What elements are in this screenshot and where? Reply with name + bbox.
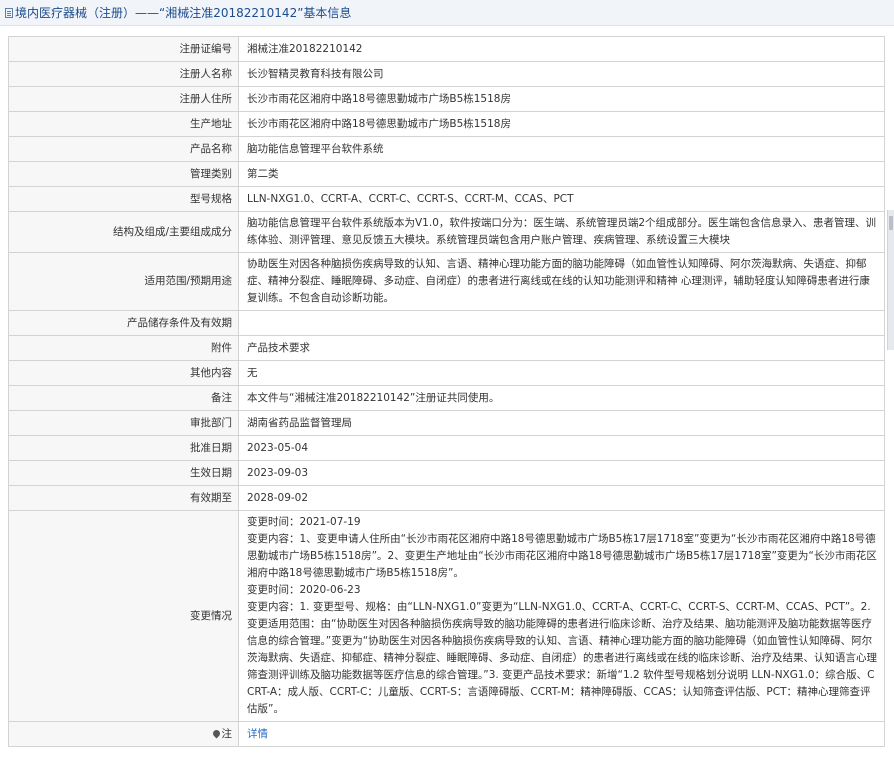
table-row: 结构及组成/主要组成成分 脑功能信息管理平台软件系统版本为V1.0，软件按端口分… <box>8 211 885 253</box>
row-label: 产品储存条件及有效期 <box>8 310 239 336</box>
row-label: 生效日期 <box>8 460 239 486</box>
row-label: 结构及组成/主要组成成分 <box>8 211 239 253</box>
row-value: 脑功能信息管理平台软件系统 <box>238 136 885 162</box>
table-row: 备注 本文件与“湘械注准20182210142”注册证共同使用。 <box>8 385 885 411</box>
row-value: 协助医生对因各种脑损伤疾病导致的认知、言语、精神心理功能方面的脑功能障碍（如血管… <box>238 252 885 311</box>
row-label: 适用范围/预期用途 <box>8 252 239 311</box>
row-value: 长沙智精灵教育科技有限公司 <box>238 61 885 87</box>
row-value: 长沙市雨花区湘府中路18号德思勤城市广场B5栋1518房 <box>238 111 885 137</box>
change-time: 变更时间：2021-07-19 <box>247 516 361 528</box>
table-row: 产品名称 脑功能信息管理平台软件系统 <box>8 136 885 162</box>
pin-icon <box>211 728 221 738</box>
row-value: 湖南省药品监督管理局 <box>238 410 885 436</box>
info-table: 注册证编号 湘械注准20182210142 注册人名称 长沙智精灵教育科技有限公… <box>8 36 885 747</box>
note-label: 注 <box>221 727 233 740</box>
table-row: 注册人住所 长沙市雨花区湘府中路18号德思勤城市广场B5栋1518房 <box>8 86 885 112</box>
row-label: 批准日期 <box>8 435 239 461</box>
table-row: 注册证编号 湘械注准20182210142 <box>8 36 885 62</box>
table-row: 注册人名称 长沙智精灵教育科技有限公司 <box>8 61 885 87</box>
table-row: 生效日期 2023-09-03 <box>8 460 885 486</box>
row-label: 产品名称 <box>8 136 239 162</box>
row-label: 管理类别 <box>8 161 239 187</box>
table-row: 适用范围/预期用途 协助医生对因各种脑损伤疾病导致的认知、言语、精神心理功能方面… <box>8 252 885 311</box>
table-row: 产品储存条件及有效期 <box>8 310 885 336</box>
row-label: 审批部门 <box>8 410 239 436</box>
table-row: 生产地址 长沙市雨花区湘府中路18号德思勤城市广场B5栋1518房 <box>8 111 885 137</box>
row-label: 备注 <box>8 385 239 411</box>
table-row: 型号规格 LLN-NXG1.0、CCRT-A、CCRT-C、CCRT-S、CCR… <box>8 186 885 212</box>
row-value: 脑功能信息管理平台软件系统版本为V1.0，软件按端口分为：医生端、系统管理员端2… <box>238 211 885 253</box>
row-value: 湘械注准20182210142 <box>238 36 885 62</box>
row-value: 第二类 <box>238 161 885 187</box>
header-title-wrap: 境内医疗器械（注册）——“湘械注准20182210142”基本信息 <box>5 5 351 21</box>
table-row-changes: 变更情况 变更时间：2021-07-19 变更内容：1、变更申请人住所由“长沙市… <box>8 510 885 722</box>
row-label: 变更情况 <box>8 510 239 722</box>
table-row: 其他内容 无 <box>8 360 885 386</box>
details-link[interactable]: 详情 <box>247 728 268 740</box>
row-label: 生产地址 <box>8 111 239 137</box>
row-label: 型号规格 <box>8 186 239 212</box>
side-panel-handle[interactable] <box>887 210 894 350</box>
row-value: 无 <box>238 360 885 386</box>
table-row: 有效期至 2028-09-02 <box>8 485 885 511</box>
table-row: 批准日期 2023-05-04 <box>8 435 885 461</box>
change-content: 变更内容：1. 变更型号、规格：由“LLN-NXG1.0”变更为“LLN-NXG… <box>247 601 877 715</box>
row-label: 注册人住所 <box>8 86 239 112</box>
row-value: 2023-05-04 <box>238 435 885 461</box>
row-label: 注册人名称 <box>8 61 239 87</box>
table-row-note: 注 详情 <box>8 721 885 747</box>
row-label: 附件 <box>8 335 239 361</box>
row-label: 其他内容 <box>8 360 239 386</box>
row-label: 有效期至 <box>8 485 239 511</box>
page-title: 境内医疗器械（注册）——“湘械注准20182210142”基本信息 <box>15 6 352 20</box>
document-icon <box>5 8 13 18</box>
row-value: LLN-NXG1.0、CCRT-A、CCRT-C、CCRT-S、CCRT-M、C… <box>238 186 885 212</box>
row-value: 2028-09-02 <box>238 485 885 511</box>
table-row: 管理类别 第二类 <box>8 161 885 187</box>
table-row: 附件 产品技术要求 <box>8 335 885 361</box>
changes-value: 变更时间：2021-07-19 变更内容：1、变更申请人住所由“长沙市雨花区湘府… <box>238 510 885 722</box>
row-value: 长沙市雨花区湘府中路18号德思勤城市广场B5栋1518房 <box>238 86 885 112</box>
change-time: 变更时间：2020-06-23 <box>247 584 361 596</box>
change-content: 变更内容：1、变更申请人住所由“长沙市雨花区湘府中路18号德思勤城市广场B5栋1… <box>247 533 877 579</box>
note-label-cell: 注 <box>8 721 239 747</box>
row-label: 注册证编号 <box>8 36 239 62</box>
row-value: 2023-09-03 <box>238 460 885 486</box>
row-value: 本文件与“湘械注准20182210142”注册证共同使用。 <box>238 385 885 411</box>
note-value: 详情 <box>238 721 885 747</box>
page-header: 境内医疗器械（注册）——“湘械注准20182210142”基本信息 <box>0 0 894 26</box>
row-value <box>238 310 885 336</box>
row-value: 产品技术要求 <box>238 335 885 361</box>
table-row: 审批部门 湖南省药品监督管理局 <box>8 410 885 436</box>
